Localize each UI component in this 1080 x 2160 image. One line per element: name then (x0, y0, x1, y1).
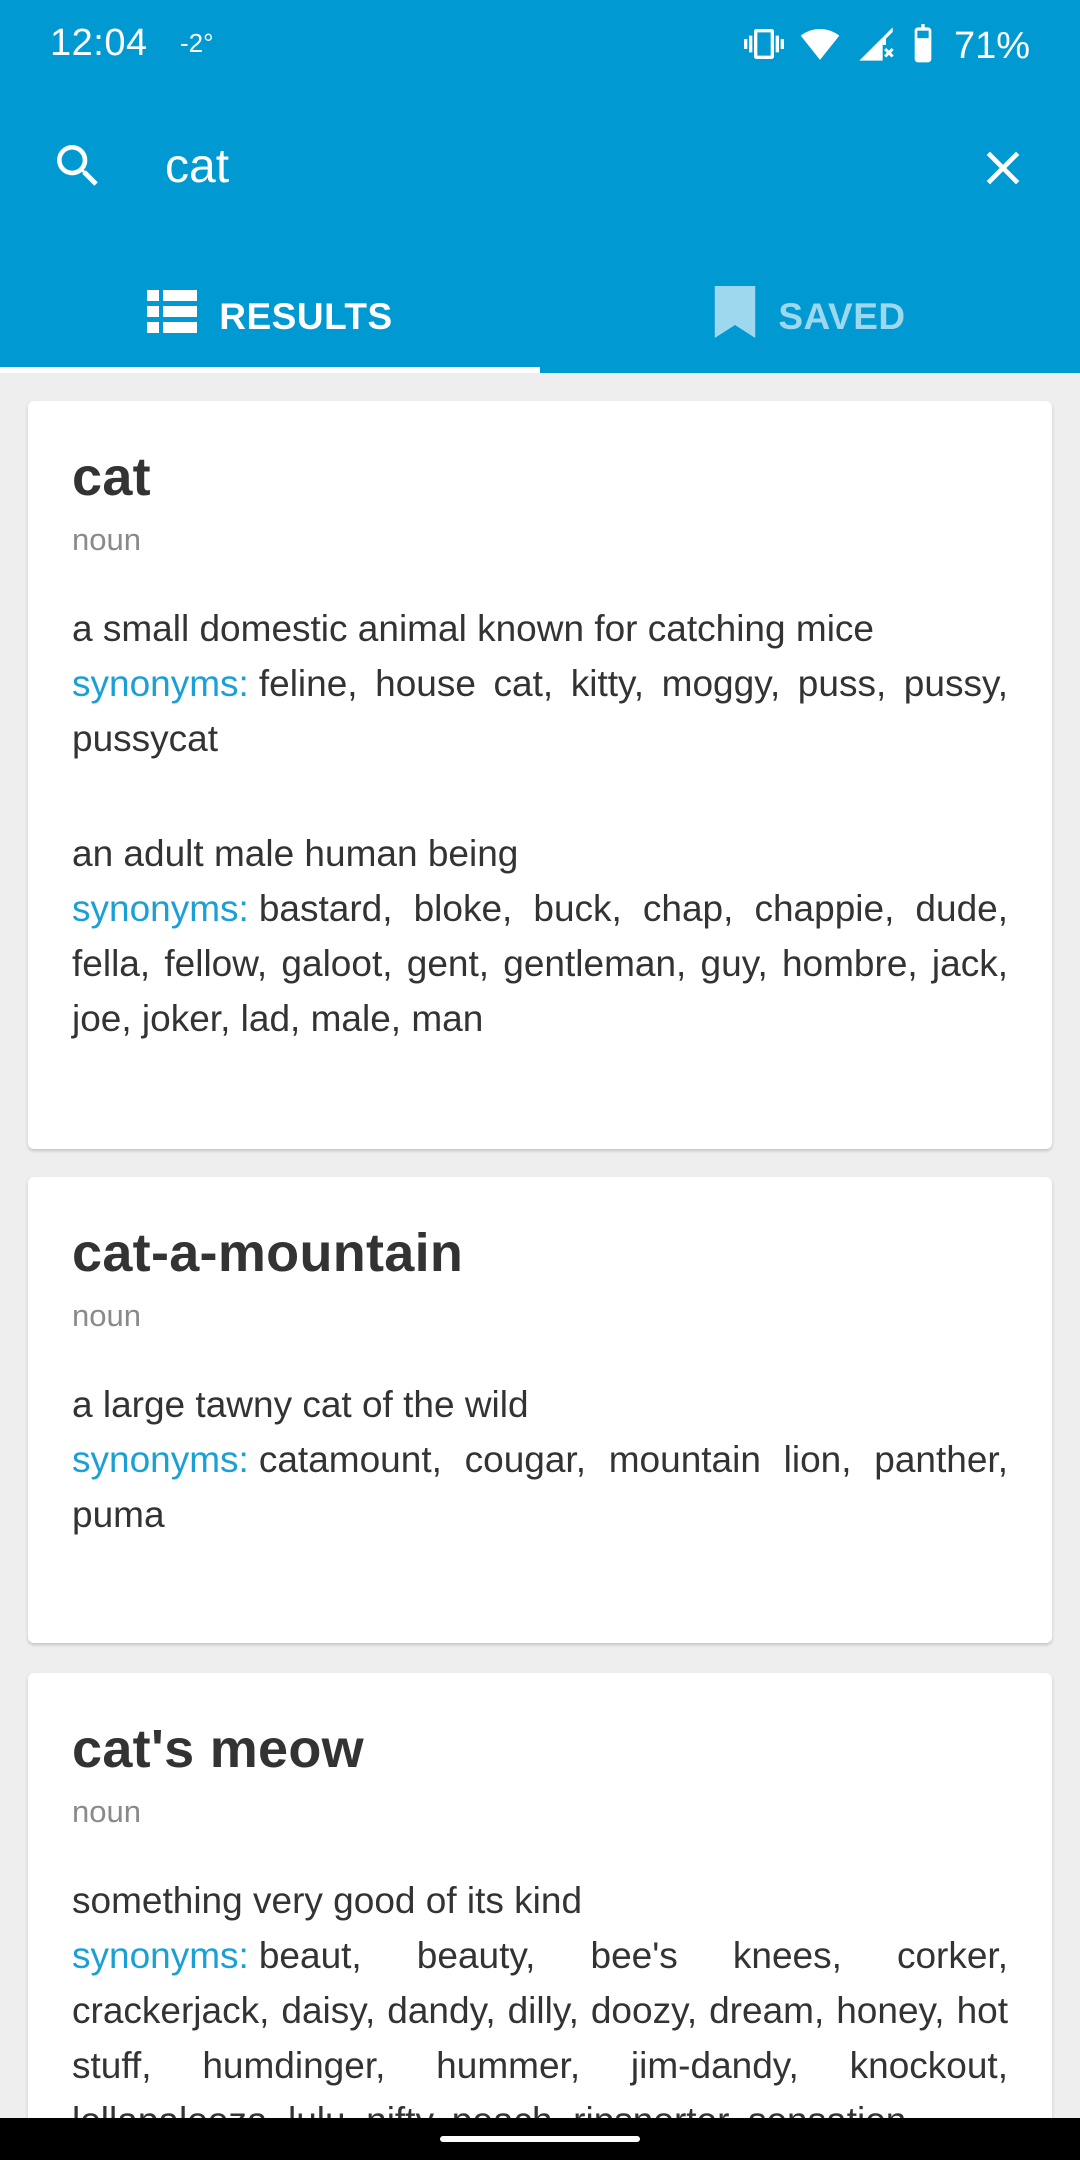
synonyms: synonyms: catamount, cougar, mountain lio… (72, 1432, 1008, 1542)
tab-results[interactable]: RESULTS (0, 260, 540, 373)
synonyms-label: synonyms: (72, 1935, 249, 1976)
sense-gloss: a large tawny cat of the wild (72, 1384, 529, 1425)
tab-saved-label: SAVED (778, 295, 906, 337)
definitions: a small domestic animal known for catchi… (72, 601, 1008, 1046)
search-icon[interactable] (50, 138, 106, 194)
part-of-speech: noun (72, 1298, 141, 1333)
synonyms: synonyms: bastard, bloke, buck, chap, cha… (72, 881, 1008, 1046)
sense: a small domestic animal known for catchi… (72, 601, 1008, 766)
sense-gloss: something very good of its kind (72, 1880, 583, 1921)
sense: a large tawny cat of the wild synonyms: c… (72, 1377, 1008, 1542)
part-of-speech: noun (72, 1794, 141, 1829)
sense: an adult male human being synonyms: basta… (72, 826, 1008, 1046)
navigation-bar (0, 2118, 1080, 2160)
part-of-speech: noun (72, 522, 141, 557)
cell-signal-icon (856, 24, 896, 69)
app-bar: 12:04 -2° 71% cat RESULTS SAVED (0, 0, 1080, 373)
status-icons: 71% (743, 20, 1030, 72)
synonyms-label: synonyms: (72, 1439, 249, 1480)
results-list[interactable]: cat noun a small domestic animal known f… (0, 373, 1080, 2118)
sense-gloss: a small domestic animal known for catchi… (72, 608, 874, 649)
close-icon (986, 151, 1020, 185)
bookmark-icon (714, 286, 756, 347)
status-temperature: -2° (180, 28, 214, 58)
definitions: a large tawny cat of the wild synonyms: c… (72, 1377, 1008, 1542)
clear-search-button[interactable] (975, 140, 1031, 196)
sense-gloss: an adult male human being (72, 833, 519, 874)
result-card[interactable]: cat's meow noun something very good of i… (28, 1673, 1052, 2118)
vibrate-icon (743, 24, 784, 69)
result-word: cat's meow (72, 1719, 364, 1779)
battery-icon (910, 23, 936, 69)
synonyms-label: synonyms: (72, 888, 249, 929)
synonyms: synonyms: beaut, beauty, bee's knees, cor… (72, 1928, 1008, 2118)
home-gesture-handle[interactable] (440, 2136, 640, 2142)
battery-percent: 71% (953, 24, 1030, 67)
tab-results-label: RESULTS (219, 295, 393, 337)
wifi-icon (798, 24, 842, 69)
tab-saved[interactable]: SAVED (540, 260, 1080, 373)
status-bar: 12:04 -2° 71% (0, 0, 1080, 92)
result-word: cat-a-mountain (72, 1223, 464, 1283)
definitions: something very good of its kind synonyms… (72, 1873, 1008, 2118)
status-time: 12:04 (50, 22, 148, 64)
synonyms: synonyms: feline, house cat, kitty, moggy… (72, 656, 1008, 766)
search-bar (0, 118, 1080, 214)
result-word: cat (72, 447, 151, 507)
list-icon (147, 290, 198, 343)
tab-bar: RESULTS SAVED (0, 260, 1080, 373)
synonyms-label: synonyms: (72, 663, 249, 704)
result-card[interactable]: cat noun a small domestic animal known f… (28, 401, 1052, 1149)
result-card[interactable]: cat-a-mountain noun a large tawny cat of… (28, 1177, 1052, 1643)
search-input[interactable] (165, 136, 925, 196)
sense: something very good of its kind synonyms… (72, 1873, 1008, 2118)
